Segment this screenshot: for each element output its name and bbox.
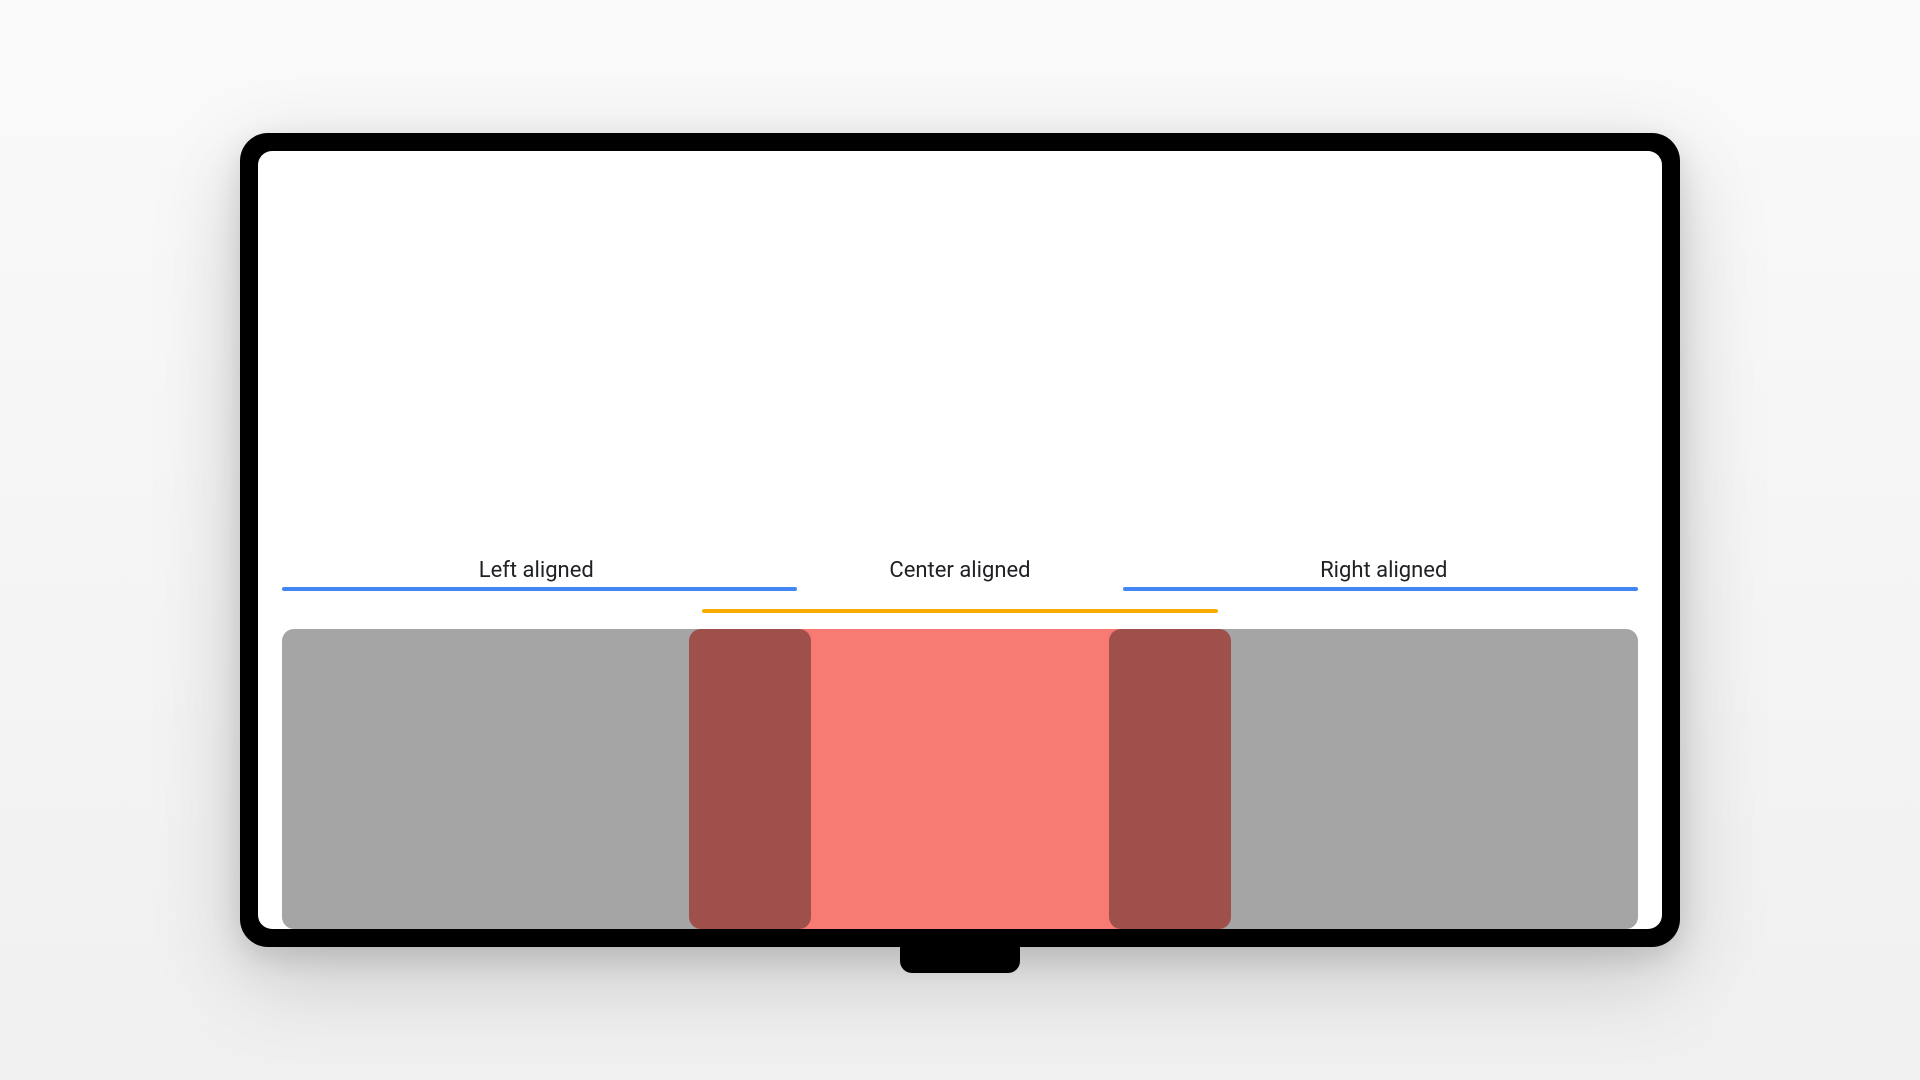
blue-underline-left — [282, 587, 797, 591]
monitor-device-frame: Left aligned Center aligned Right aligne… — [240, 133, 1680, 947]
blue-underline-row — [282, 587, 1638, 591]
label-left-aligned: Left aligned — [282, 558, 791, 583]
monitor-bezel: Left aligned Center aligned Right aligne… — [240, 133, 1680, 947]
red-card-center — [689, 629, 1231, 929]
blue-underline-right — [1123, 587, 1638, 591]
layout-diagram-area: Left aligned Center aligned Right aligne… — [282, 558, 1638, 929]
monitor-stand — [900, 947, 1020, 973]
label-right-aligned: Right aligned — [1130, 558, 1639, 583]
orange-underline-row — [282, 609, 1638, 613]
cards-overlap-area — [282, 629, 1638, 929]
label-center-aligned: Center aligned — [791, 558, 1130, 583]
alignment-labels-row: Left aligned Center aligned Right aligne… — [282, 558, 1638, 583]
monitor-screen: Left aligned Center aligned Right aligne… — [258, 151, 1662, 929]
orange-underline-center — [702, 609, 1217, 613]
